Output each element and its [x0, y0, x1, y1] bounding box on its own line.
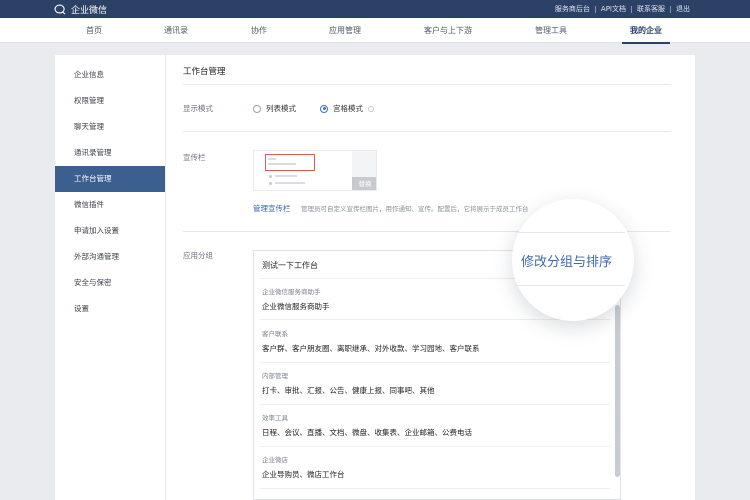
- category-label: 效率工具: [262, 414, 288, 422]
- help-icon[interactable]: [368, 105, 374, 112]
- divider: [260, 362, 610, 363]
- contact-support-link[interactable]: 联系客服: [632, 3, 670, 15]
- sidebar-item-security[interactable]: 安全与保密: [55, 270, 165, 296]
- preview-dot: [269, 182, 272, 185]
- sidebar-item-company-info[interactable]: 企业信息: [55, 62, 165, 88]
- divider: [183, 84, 671, 85]
- replace-banner-button[interactable]: 替换: [352, 177, 376, 190]
- radio-checked-icon: [320, 104, 328, 113]
- magnifier-callout: 修改分组与排序: [512, 199, 634, 321]
- divider: [183, 131, 671, 132]
- wecom-logo-icon: [54, 4, 66, 15]
- main-nav: 首页 通讯录 协作 应用管理 客户与上下游 管理工具 我的企业: [0, 18, 750, 44]
- service-provider-link[interactable]: 服务商后台: [550, 3, 595, 15]
- grid-mode-radio[interactable]: 宫格模式: [320, 103, 374, 114]
- top-links: 服务商后台 API文档 联系客服 退出: [550, 3, 695, 15]
- nav-my-company[interactable]: 我的企业: [622, 18, 670, 44]
- divider: [260, 404, 610, 405]
- page-title: 工作台管理: [183, 67, 226, 77]
- banner-preview[interactable]: 替换: [253, 150, 377, 191]
- category-apps: 打卡、审批、汇报、公告、健康上报、同事吧、其他: [262, 386, 435, 395]
- category-label: 内部管理: [262, 372, 288, 380]
- category-label: 企业微店: [262, 456, 288, 464]
- logout-link[interactable]: 退出: [671, 3, 695, 15]
- sidebar-item-chat-management[interactable]: 聊天管理: [55, 114, 165, 140]
- divider: [260, 488, 610, 489]
- api-docs-link[interactable]: API文档: [596, 3, 631, 15]
- sidebar-item-join-settings[interactable]: 申请加入设置: [55, 218, 165, 244]
- sidebar-item-settings[interactable]: 设置: [55, 296, 165, 322]
- grid-mode-label: 宫格模式: [333, 104, 363, 113]
- radio-unchecked-icon: [253, 104, 261, 113]
- sidebar-item-external-communication[interactable]: 外部沟通管理: [55, 244, 165, 270]
- category-apps: 日程、会议、直播、文档、微盘、收集表、企业邮箱、公费电话: [262, 428, 472, 437]
- edit-groups-button[interactable]: 修改分组与排序: [521, 251, 612, 270]
- sidebar-item-permissions[interactable]: 权限管理: [55, 88, 165, 114]
- banner-hint: 管理员可自定义宣传栏图片，用作通知、宣传。配置后，它将展示于成员工作台: [301, 205, 529, 213]
- divider: [260, 446, 610, 447]
- category-label: 客户联系: [262, 330, 288, 338]
- banner-label: 宣传栏: [183, 153, 206, 162]
- category-label: 企业微信服务商助手: [262, 288, 321, 296]
- brand-name: 企业微信: [71, 5, 108, 16]
- category-apps: 企业导购员、微店工作台: [262, 470, 345, 479]
- sidebar-item-workbench-management[interactable]: 工作台管理: [55, 166, 165, 192]
- group-title: 测试一下工作台: [262, 261, 318, 270]
- brand[interactable]: 企业微信: [54, 3, 108, 16]
- top-bar: 企业微信 服务商后台 API文档 联系客服 退出: [0, 0, 750, 18]
- preview-line: [268, 158, 276, 160]
- list-mode-radio[interactable]: 列表模式: [253, 103, 296, 114]
- sidebar-item-contacts-management[interactable]: 通讯录管理: [55, 140, 165, 166]
- nav-customers[interactable]: 客户与上下游: [424, 18, 472, 43]
- list-mode-label: 列表模式: [266, 104, 296, 113]
- nav-home[interactable]: 首页: [86, 18, 102, 43]
- preview-line: [268, 163, 296, 165]
- nav-management-tools[interactable]: 管理工具: [535, 18, 567, 43]
- preview-line: [275, 175, 297, 177]
- sidebar: 企业信息 权限管理 聊天管理 通讯录管理 工作台管理 微信插件 申请加入设置 外…: [55, 55, 165, 500]
- divider: [515, 285, 625, 286]
- app-groups-label: 应用分组: [183, 251, 213, 260]
- category-apps: 企业微信服务商助手: [262, 302, 330, 311]
- category-apps: 客户群、客户朋友圈、离职继承、对外收款、学习园地、客户联系: [262, 344, 480, 353]
- nav-collaboration[interactable]: 协作: [251, 18, 267, 43]
- sidebar-item-wechat-plugin[interactable]: 微信插件: [55, 192, 165, 218]
- display-mode-label: 显示模式: [183, 104, 213, 113]
- preview-dot: [269, 175, 272, 178]
- nav-app-management[interactable]: 应用管理: [329, 18, 361, 43]
- nav-contacts[interactable]: 通讯录: [164, 18, 188, 43]
- divider: [515, 232, 625, 233]
- preview-line: [275, 182, 305, 184]
- manage-banner-link[interactable]: 管理宣传栏: [253, 203, 291, 214]
- scrollbar[interactable]: [615, 305, 620, 477]
